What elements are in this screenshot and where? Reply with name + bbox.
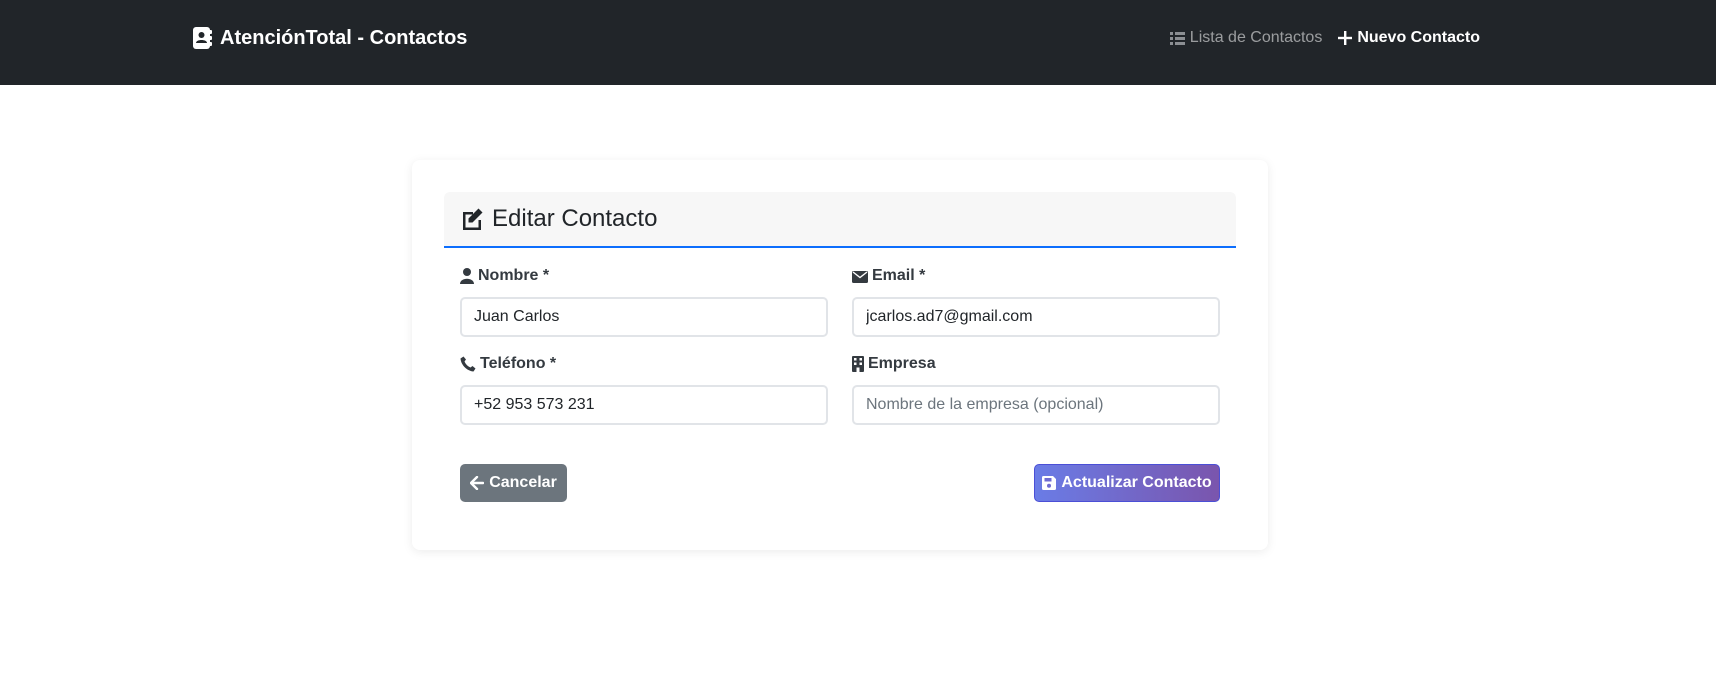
phone-icon xyxy=(460,356,476,372)
email-field-group: Email * xyxy=(852,265,1220,337)
empresa-input[interactable] xyxy=(852,385,1220,425)
user-icon xyxy=(460,268,474,284)
empresa-label: Empresa xyxy=(852,353,1220,375)
edit-icon xyxy=(463,208,483,230)
nombre-input[interactable] xyxy=(460,297,828,337)
page-title: Editar Contacto xyxy=(492,205,658,232)
top-navbar: AtenciónTotal - Contactos Lista de Conta… xyxy=(0,0,1716,85)
telefono-input[interactable] xyxy=(460,385,828,425)
save-icon xyxy=(1042,476,1057,490)
update-contact-button[interactable]: Actualizar Contacto xyxy=(1034,464,1220,502)
nav-link-label: Nuevo Contacto xyxy=(1357,29,1480,46)
list-icon xyxy=(1169,32,1185,45)
cancel-button[interactable]: Cancelar xyxy=(460,464,567,502)
building-icon xyxy=(852,356,864,372)
address-book-icon xyxy=(193,27,212,49)
telefono-field-group: Teléfono * xyxy=(460,353,828,425)
nav-link-label: Lista de Contactos xyxy=(1189,29,1323,46)
arrow-left-icon xyxy=(470,476,485,490)
telefono-label: Teléfono * xyxy=(460,353,828,375)
nombre-label: Nombre * xyxy=(460,265,828,287)
nombre-field-group: Nombre * xyxy=(460,265,828,337)
email-input[interactable] xyxy=(852,297,1220,337)
brand-link[interactable]: AtenciónTotal - Contactos xyxy=(192,25,467,51)
nav-link-lista-contactos[interactable]: Lista de Contactos xyxy=(1169,29,1323,47)
empresa-field-group: Empresa xyxy=(852,353,1220,425)
brand-title: AtenciónTotal - Contactos xyxy=(220,26,468,49)
nav-links: Lista de Contactos Nuevo Contacto xyxy=(1169,26,1480,50)
card-header: Editar Contacto xyxy=(444,192,1236,248)
edit-contact-card: Editar Contacto Nombre * Email * xyxy=(412,160,1268,550)
email-label: Email * xyxy=(852,265,1220,287)
plus-icon xyxy=(1338,31,1353,45)
nav-link-nuevo-contacto[interactable]: Nuevo Contacto xyxy=(1338,29,1480,47)
envelope-icon xyxy=(852,270,868,283)
